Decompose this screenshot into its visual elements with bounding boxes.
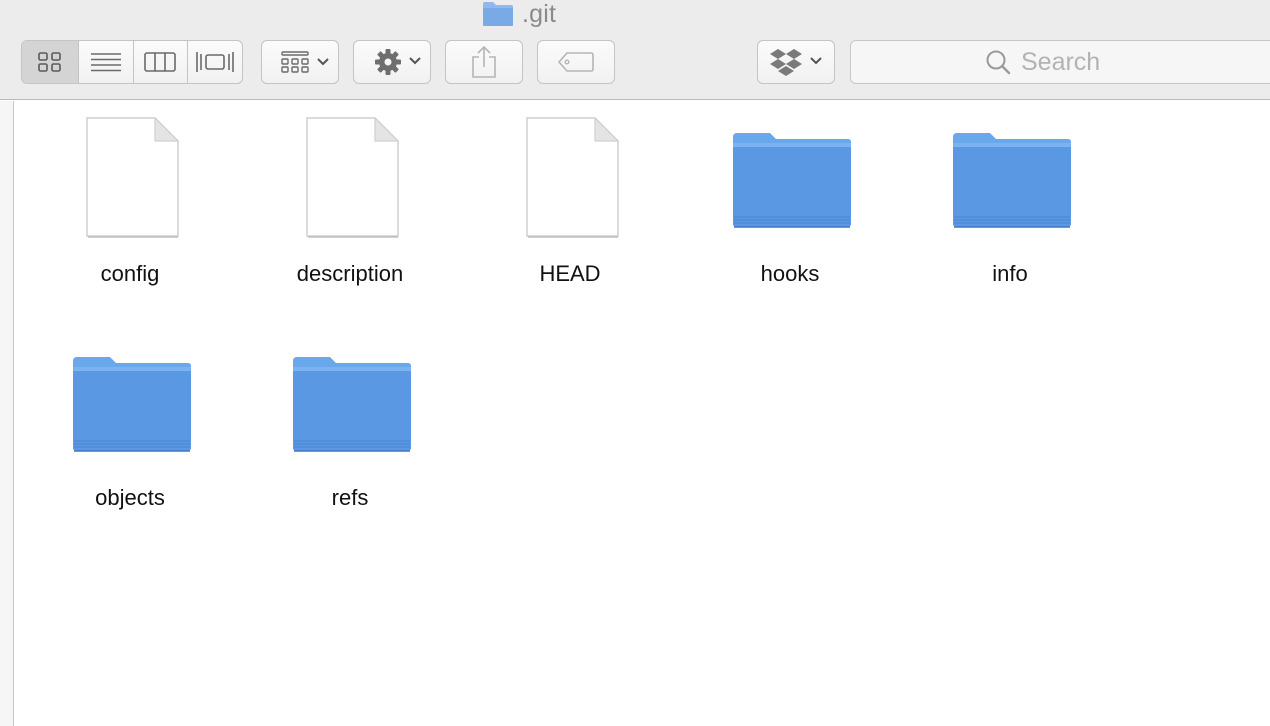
item-label: info <box>992 261 1028 286</box>
item-label: hooks <box>760 261 820 286</box>
toolbar: .git <box>0 0 1270 100</box>
document-icon-wrapper <box>240 115 460 245</box>
folder-icon-wrapper <box>240 339 460 469</box>
list-icon <box>91 53 122 72</box>
dropbox-button[interactable] <box>757 40 835 84</box>
item-label: refs <box>331 485 369 510</box>
folder-icon-wrapper <box>20 339 240 469</box>
folder-icon <box>73 357 191 452</box>
column-view-button[interactable] <box>134 41 188 83</box>
columns-icon <box>144 52 177 72</box>
folder-icon <box>733 133 851 228</box>
file-grid: config description HEAD hooks info objec… <box>15 101 1270 726</box>
list-view-button[interactable] <box>79 41 134 83</box>
document-icon-wrapper <box>460 115 680 245</box>
search-icon <box>986 50 1011 75</box>
window-title: .git <box>482 0 556 28</box>
folder-icon <box>953 133 1071 228</box>
arrange-icon <box>281 51 329 73</box>
document-icon-wrapper <box>20 115 240 245</box>
item-label: HEAD <box>539 261 601 286</box>
window-title-text: .git <box>522 0 557 28</box>
folder-icon <box>293 357 411 452</box>
tags-button[interactable] <box>537 40 615 84</box>
search-field-inner <box>985 41 1221 83</box>
item-label: objects <box>95 485 165 510</box>
search-field[interactable] <box>850 40 1270 84</box>
sidebar-edge[interactable] <box>0 101 14 726</box>
document-icon <box>306 116 400 238</box>
gear-icon <box>375 49 421 75</box>
arrange-button[interactable] <box>261 40 339 84</box>
folder-icon-wrapper <box>900 115 1120 245</box>
view-mode-control <box>21 40 243 84</box>
share-icon <box>472 45 496 78</box>
cover-flow-view-button[interactable] <box>188 41 243 83</box>
folder-icon-wrapper <box>680 115 900 245</box>
cover-flow-icon <box>195 52 234 72</box>
document-icon <box>526 116 620 238</box>
icon-view-button[interactable] <box>22 41 80 83</box>
action-button[interactable] <box>353 40 431 84</box>
document-icon <box>86 116 180 238</box>
item-label: description <box>296 261 404 286</box>
chevron-down-icon <box>317 58 329 66</box>
dropbox-icon <box>770 49 822 76</box>
tag-icon <box>557 52 594 72</box>
grid-icon <box>38 52 62 72</box>
item-label: config <box>100 261 160 286</box>
search-input[interactable] <box>1021 47 1221 77</box>
folder-icon <box>483 2 513 26</box>
share-button[interactable] <box>445 40 523 84</box>
